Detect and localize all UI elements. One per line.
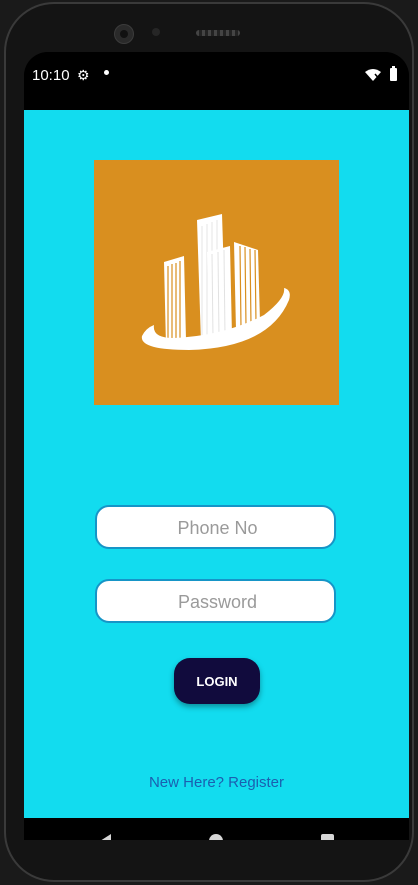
battery-icon (390, 66, 397, 81)
back-icon[interactable] (100, 834, 111, 840)
front-camera-icon (114, 24, 134, 44)
recents-icon[interactable] (321, 834, 334, 840)
phone-number-input[interactable] (97, 507, 338, 549)
password-field[interactable] (95, 579, 338, 623)
phone-frame: 10:10 ⚙ Phone No LOGIN New Here? Registe… (4, 2, 414, 882)
wifi-icon (365, 69, 381, 81)
notification-dot-icon (104, 70, 109, 75)
city-buildings-logo-icon (94, 160, 339, 405)
password-input[interactable] (97, 581, 338, 623)
navigation-bar (24, 818, 409, 840)
sensor-icon (152, 28, 160, 36)
status-bar: 10:10 ⚙ (24, 52, 409, 110)
register-link[interactable]: New Here? Register (24, 774, 409, 791)
screen: 10:10 ⚙ Phone No LOGIN New Here? Registe… (24, 52, 409, 840)
speaker-grille-icon (196, 30, 240, 36)
status-time: 10:10 (32, 67, 70, 84)
login-screen: LOGIN New Here? Register (24, 110, 409, 818)
login-button[interactable]: LOGIN (174, 658, 260, 704)
home-icon[interactable] (209, 834, 223, 840)
phone-number-field[interactable] (95, 505, 338, 549)
gear-icon: ⚙ (77, 67, 90, 83)
